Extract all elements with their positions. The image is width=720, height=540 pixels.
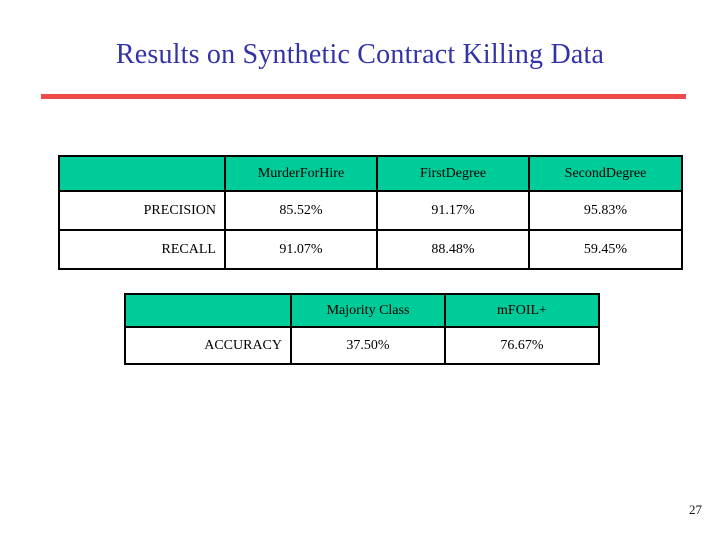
precision-recall-table: MurderForHire FirstDegree SecondDegree P… <box>58 155 683 270</box>
column-header-majority-class: Majority Class <box>290 293 446 328</box>
cell-precision-second-degree: 95.83% <box>528 190 683 231</box>
column-header-murder-for-hire: MurderForHire <box>224 155 378 192</box>
cell-precision-first-degree: 91.17% <box>376 190 530 231</box>
column-header-second-degree: SecondDegree <box>528 155 683 192</box>
column-header-mfoil-plus: mFOIL+ <box>444 293 600 328</box>
table-header-row: Majority Class mFOIL+ <box>124 293 600 328</box>
cell-recall-first-degree: 88.48% <box>376 229 530 270</box>
cell-accuracy-majority-class: 37.50% <box>290 326 446 365</box>
column-header-first-degree: FirstDegree <box>376 155 530 192</box>
row-label-recall: RECALL <box>58 229 226 270</box>
page-number: 27 <box>689 502 702 517</box>
table-header-row: MurderForHire FirstDegree SecondDegree <box>58 155 683 192</box>
cell-recall-murder-for-hire: 91.07% <box>224 229 378 270</box>
table-corner-cell <box>124 293 292 328</box>
row-label-precision: PRECISION <box>58 190 226 231</box>
page-title: Results on Synthetic Contract Killing Da… <box>115 39 605 70</box>
cell-recall-second-degree: 59.45% <box>528 229 683 270</box>
table-row: ACCURACY 37.50% 76.67% <box>124 326 600 365</box>
table-row: RECALL 91.07% 88.48% 59.45% <box>58 229 683 270</box>
row-label-accuracy: ACCURACY <box>124 326 292 365</box>
table-row: PRECISION 85.52% 91.17% 95.83% <box>58 190 683 231</box>
cell-precision-murder-for-hire: 85.52% <box>224 190 378 231</box>
title-divider-rule <box>41 94 686 99</box>
table-corner-cell <box>58 155 226 192</box>
cell-accuracy-mfoil-plus: 76.67% <box>444 326 600 365</box>
accuracy-table: Majority Class mFOIL+ ACCURACY 37.50% 76… <box>124 293 600 365</box>
